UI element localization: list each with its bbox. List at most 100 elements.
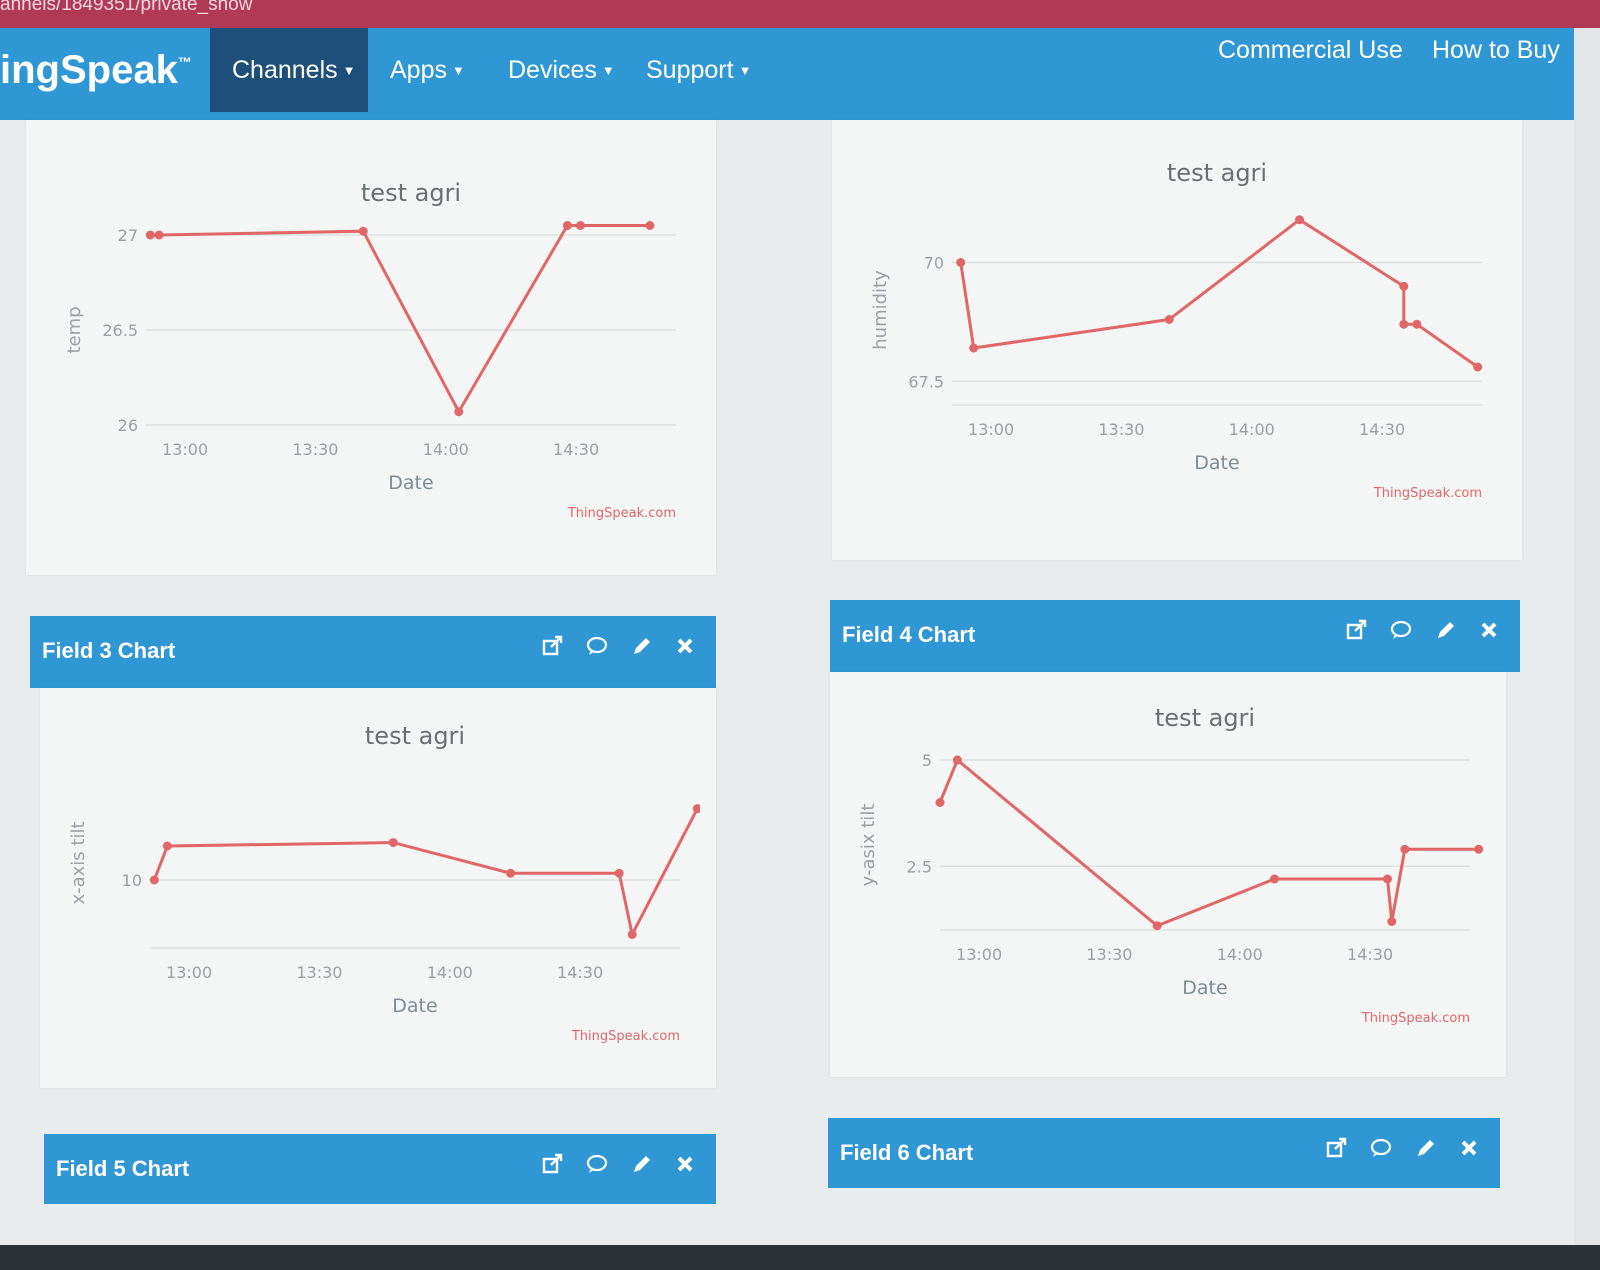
nav-support[interactable]: Support ▼ — [624, 28, 773, 112]
close-icon[interactable] — [1478, 618, 1500, 644]
field4-chart-title: Field 4 Chart — [842, 622, 976, 647]
chart-svg: test agri 2.5 5 13:00 13:30 14:00 14:30 Date y-a… — [858, 704, 1484, 1026]
chart-0-x-tick-label: 14:30 — [553, 440, 599, 459]
chart-3-x-tick-label: 14:00 — [1217, 945, 1263, 964]
nav-channels-label: Channels — [232, 56, 338, 84]
field2-chart-panel: test agri 67.5 70 13:00 13:30 14:00 14:30 Date h… — [832, 120, 1522, 560]
chart-0-data-point[interactable] — [645, 221, 655, 230]
chart-3-x-axis-label: Date — [1182, 977, 1227, 999]
browser-url-bar[interactable]: annels/1849351/private_show — [0, 0, 1600, 28]
field2-chart: test agri 67.5 70 13:00 13:30 14:00 14:30 Date h… — [852, 145, 1502, 545]
field4-chart: test agri 2.5 5 13:00 13:30 14:00 14:30 Date y-a… — [840, 690, 1490, 1070]
chart-svg: test agri 10 13:00 13:30 14:00 14:30 Date x-axi… — [68, 722, 702, 1044]
chart-0-series-line — [150, 224, 650, 415]
chart-2-x-tick-label: 13:00 — [166, 963, 212, 982]
chart-1-x-tick-label: 14:30 — [1359, 420, 1405, 439]
chart-3-data-point[interactable] — [1474, 844, 1484, 854]
chart-0-data-point[interactable] — [575, 221, 585, 230]
field5-chart-header: Field 5 Chart — [44, 1134, 716, 1204]
chart-0-title: test agri — [361, 179, 461, 207]
chart-1-x-tick-label: 13:30 — [1098, 420, 1144, 439]
chart-1-data-point[interactable] — [1473, 362, 1483, 372]
close-icon[interactable] — [674, 1152, 696, 1178]
chart-0-data-point[interactable] — [154, 230, 164, 240]
chart-1-series-line — [959, 217, 1479, 369]
chart-2-data-point[interactable] — [692, 804, 702, 814]
chart-2-data-point[interactable] — [506, 868, 516, 878]
field3-chart-header: Field 3 Chart — [30, 616, 716, 688]
pencil-icon[interactable] — [630, 634, 652, 660]
chart-2-x-tick-label: 13:30 — [296, 963, 342, 982]
chart-3-series-line — [938, 757, 1479, 928]
field3-chart: test agri 10 13:00 13:30 14:00 14:30 Date x-axi… — [50, 708, 702, 1088]
field6-chart-title: Field 6 Chart — [840, 1140, 974, 1165]
field4-chart-panel: test agri 2.5 5 13:00 13:30 14:00 14:30 Date y-a… — [830, 672, 1506, 1077]
comment-icon[interactable] — [1370, 1136, 1392, 1162]
chart-1-data-point[interactable] — [1399, 281, 1409, 291]
brand-name: ingSpeak — [0, 48, 178, 92]
chart-3-data-point[interactable] — [1400, 844, 1410, 854]
chart-1-data-point[interactable] — [969, 343, 979, 353]
screen-bottom-bezel — [0, 1245, 1600, 1270]
nav-commercial-use[interactable]: Commercial Use — [1218, 36, 1403, 65]
external-link-icon[interactable] — [1326, 1136, 1348, 1162]
close-icon[interactable] — [674, 634, 696, 660]
chart-0-data-point[interactable] — [562, 221, 572, 230]
external-link-icon[interactable] — [542, 634, 564, 660]
chart-3-data-point[interactable] — [1270, 874, 1280, 884]
pencil-icon[interactable] — [1414, 1136, 1436, 1162]
chart-0-data-point[interactable] — [454, 407, 464, 417]
chart-3-data-point[interactable] — [1387, 917, 1397, 926]
chart-0-y-tick-label: 27 — [118, 226, 138, 245]
chart-0-data-point[interactable] — [145, 230, 155, 240]
chart-3-y-axis-label: y-asix tilt — [858, 804, 879, 887]
chart-2-data-point[interactable] — [388, 838, 398, 848]
chart-0-y-tick-label: 26 — [118, 416, 138, 435]
nav-devices-label: Devices — [508, 56, 597, 84]
field6-chart-header: Field 6 Chart — [828, 1118, 1500, 1188]
chart-3-x-tick-label: 13:00 — [956, 945, 1002, 964]
chevron-down-icon: ▼ — [601, 63, 615, 78]
field5-chart-tools — [542, 1152, 696, 1178]
chart-1-title: test agri — [1167, 159, 1267, 187]
chart-3-data-point[interactable] — [1382, 874, 1392, 884]
chart-3-data-point[interactable] — [1152, 921, 1162, 931]
chart-2-data-point[interactable] — [614, 868, 624, 878]
field6-chart-tools — [1326, 1136, 1480, 1162]
chart-2-data-point[interactable] — [627, 929, 637, 939]
chart-1-data-point[interactable] — [1295, 215, 1305, 225]
nav-channels[interactable]: Channels ▼ — [210, 28, 368, 112]
chart-1-data-point[interactable] — [1164, 315, 1174, 324]
nav-devices[interactable]: Devices ▼ — [486, 28, 637, 112]
chart-2-data-point[interactable] — [149, 875, 159, 885]
nav-apps-label: Apps — [390, 56, 447, 84]
close-icon[interactable] — [1458, 1136, 1480, 1162]
chart-0-x-tick-label: 14:00 — [423, 440, 469, 459]
comment-icon[interactable] — [1390, 618, 1412, 644]
chart-3-data-point[interactable] — [935, 798, 945, 807]
external-link-icon[interactable] — [1346, 618, 1368, 644]
chevron-down-icon: ▼ — [451, 63, 465, 78]
chart-1-data-point[interactable] — [1412, 319, 1422, 329]
brand-logo[interactable]: ingSpeak™ — [0, 48, 192, 93]
nav-how-to-buy[interactable]: How to Buy — [1432, 36, 1560, 65]
chart-3-y-tick-label: 2.5 — [907, 857, 932, 876]
external-link-icon[interactable] — [542, 1152, 564, 1178]
chart-2-title: test agri — [365, 722, 465, 750]
nav-apps[interactable]: Apps ▼ — [368, 28, 487, 112]
url-text: annels/1849351/private_show — [0, 0, 253, 15]
chart-3-credit: ThingSpeak.com — [1361, 1011, 1470, 1026]
chart-1-data-point[interactable] — [1399, 319, 1409, 329]
chart-2-data-point[interactable] — [162, 841, 172, 851]
pencil-icon[interactable] — [1434, 618, 1456, 644]
chart-2-x-tick-label: 14:30 — [557, 963, 603, 982]
chevron-down-icon: ▼ — [738, 63, 752, 78]
chart-2-credit: ThingSpeak.com — [571, 1029, 680, 1044]
chart-0-data-point[interactable] — [358, 226, 368, 236]
comment-icon[interactable] — [586, 634, 608, 660]
pencil-icon[interactable] — [630, 1152, 652, 1178]
field5-chart-title: Field 5 Chart — [56, 1156, 190, 1181]
chart-1-data-point[interactable] — [956, 258, 966, 267]
chart-3-data-point[interactable] — [952, 755, 962, 765]
comment-icon[interactable] — [586, 1152, 608, 1178]
